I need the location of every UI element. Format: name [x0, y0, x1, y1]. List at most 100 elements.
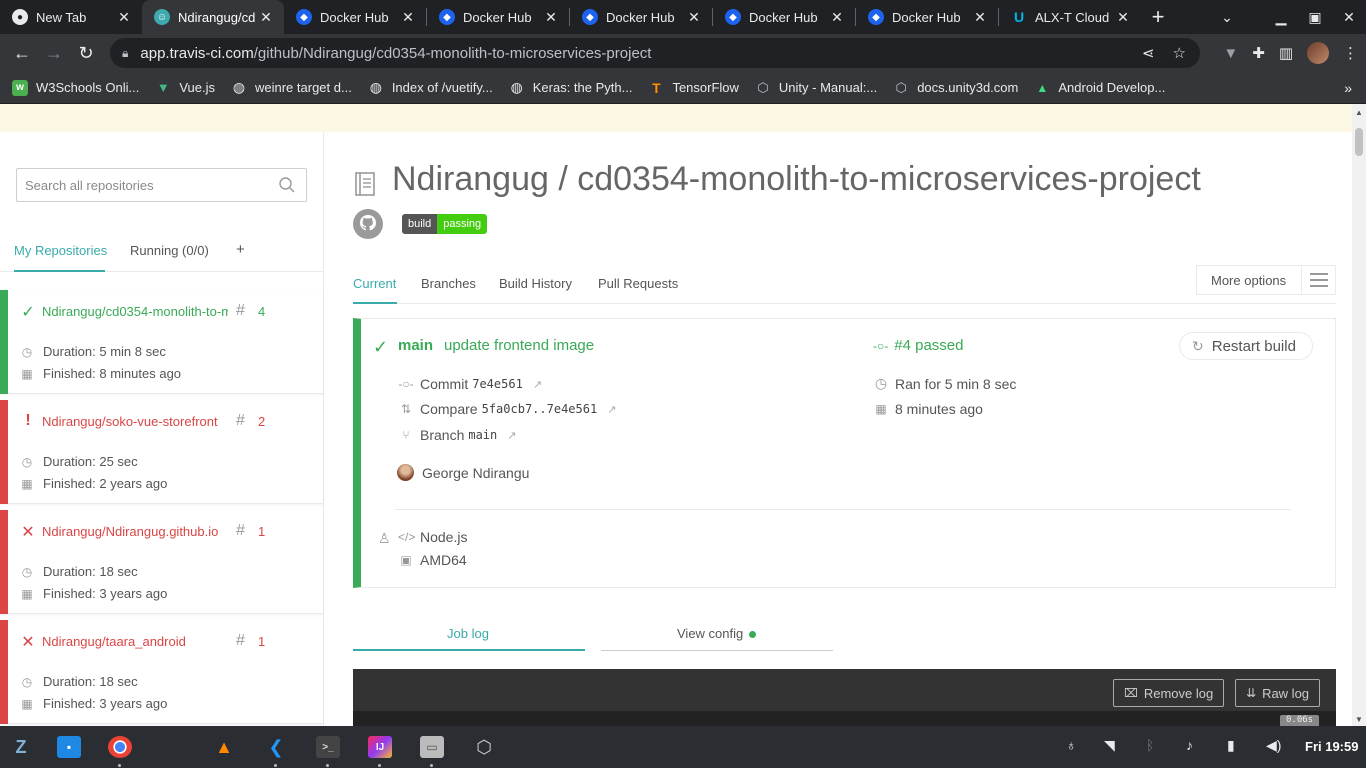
browser-tab[interactable]: U ALX-T Cloud ✕ [999, 0, 1141, 34]
bookmark-item[interactable]: ⬡ docs.unity3d.com [893, 80, 1019, 96]
browser-tab[interactable]: ◆ Docker Hub ✕ [570, 0, 712, 34]
external-link-icon[interactable]: ↗ [607, 403, 616, 416]
bookmark-star-icon[interactable]: ☆ [1173, 44, 1186, 62]
page-scrollbar[interactable]: ▲ ▼ [1352, 104, 1366, 726]
browser-tab[interactable]: ◆ Docker Hub ✕ [427, 0, 569, 34]
location-icon[interactable]: ♁ [1066, 737, 1077, 753]
external-link-icon[interactable]: ↗ [533, 378, 542, 391]
close-icon[interactable]: ✕ [116, 9, 132, 26]
scrollbar-thumb[interactable] [1355, 128, 1363, 156]
browser-tab[interactable]: ◆ Docker Hub ✕ [856, 0, 998, 34]
tab-view-config[interactable]: View config [677, 626, 757, 641]
github-icon[interactable] [352, 208, 384, 240]
tab-search-icon[interactable]: ⌄ [1210, 9, 1244, 26]
repo-name-link[interactable]: Ndirangug/cd0354-monolith-to-microservic… [42, 304, 228, 319]
files-icon[interactable]: ▭ [420, 736, 444, 758]
bookmark-item[interactable]: ◍ Keras: the Pyth... [509, 79, 633, 96]
branch-value[interactable]: main [468, 428, 497, 442]
menu-icon[interactable]: ⋮ [1343, 44, 1358, 62]
vlc-icon[interactable]: ▲ [212, 736, 236, 758]
tab-pull-requests[interactable]: Pull Requests [598, 276, 678, 291]
scroll-down-icon[interactable]: ▼ [1352, 715, 1366, 724]
chrome-app-icon[interactable] [108, 736, 132, 758]
clipboard-icon[interactable]: ▮ [1227, 737, 1235, 754]
unity-hub-icon[interactable]: ⬡ [472, 736, 496, 758]
close-icon[interactable]: ✕ [258, 9, 274, 26]
repo-card[interactable]: ✓ Ndirangug/cd0354-monolith-to-microserv… [0, 290, 323, 394]
volume-icon[interactable]: ◀) [1266, 737, 1281, 754]
bookmark-item[interactable]: ◍ weinre target d... [231, 79, 352, 96]
new-tab-button[interactable]: + [1141, 0, 1175, 34]
repo-name-link[interactable]: Ndirangug/Ndirangug.github.io [42, 524, 228, 539]
close-icon[interactable]: ✕ [543, 9, 559, 26]
tab-build-history[interactable]: Build History [499, 276, 572, 291]
intellij-icon[interactable]: IJ [368, 736, 392, 758]
back-button[interactable]: ← [6, 37, 38, 69]
restart-build-button[interactable]: ↻ Restart build [1179, 332, 1313, 360]
notifications-icon[interactable]: ♪ [1186, 737, 1193, 753]
clock[interactable]: Fri 19:59 [1305, 739, 1358, 754]
tab-current[interactable]: Current [353, 276, 396, 291]
zorin-menu-icon[interactable]: Z [8, 736, 34, 758]
bookmark-item[interactable]: ▼ Vue.js [155, 80, 215, 96]
add-repository-button[interactable]: + [236, 241, 245, 258]
commit-message[interactable]: update frontend image [444, 337, 594, 354]
close-window-icon[interactable]: ✕ [1332, 9, 1366, 26]
store-icon[interactable]: ▪ [57, 736, 81, 758]
address-bar[interactable]: 🔒︎ app.travis-ci.com/github/Ndirangug/cd… [110, 38, 1200, 68]
close-icon[interactable]: ✕ [972, 9, 988, 26]
repo-card[interactable]: ! Ndirangug/soko-vue-storefront # 2 ◷ Dur… [0, 400, 323, 504]
forward-button[interactable]: → [38, 37, 70, 69]
share-icon[interactable]: ⋖ [1142, 44, 1155, 62]
repo-card[interactable]: ✕ Ndirangug/Ndirangug.github.io # 1 ◷ Dur… [0, 510, 323, 614]
tab-job-log[interactable]: Job log [447, 626, 489, 641]
tab-my-repositories[interactable]: My Repositories [14, 243, 107, 258]
repo-name-link[interactable]: Ndirangug/soko-vue-storefront [42, 414, 228, 429]
wifi-icon[interactable]: ◥ [1104, 737, 1115, 754]
minimize-icon[interactable]: ▁ [1264, 9, 1298, 26]
build-number[interactable]: 4 [258, 304, 265, 319]
browser-tab-active[interactable]: ☺ Ndirangug/cd ✕ [142, 0, 284, 34]
build-status-badge[interactable]: build passing [402, 214, 488, 234]
puzzle-icon[interactable]: ✚ [1252, 44, 1265, 62]
search-input[interactable]: Search all repositories [16, 168, 307, 202]
build-number[interactable]: 1 [258, 634, 265, 649]
repo-name-link[interactable]: Ndirangug/taara_android [42, 634, 228, 649]
scroll-up-icon[interactable]: ▲ [1352, 108, 1366, 117]
bookmarks-overflow-icon[interactable]: » [1344, 80, 1352, 96]
close-icon[interactable]: ✕ [829, 9, 845, 26]
bookmark-item[interactable]: ▲ Android Develop... [1034, 80, 1165, 96]
browser-tab[interactable]: ● New Tab ✕ [0, 0, 142, 34]
remove-log-button[interactable]: ⌧ Remove log [1113, 679, 1225, 707]
browser-tab[interactable]: ◆ Docker Hub ✕ [713, 0, 855, 34]
build-number[interactable]: 2 [258, 414, 265, 429]
compare-range[interactable]: 5fa0cb7..7e4e561 [482, 402, 598, 416]
bookmark-item[interactable]: w W3Schools Onli... [12, 79, 139, 96]
lock-icon[interactable]: 🔒︎ [122, 46, 128, 61]
commit-sha[interactable]: 7e4e561 [472, 377, 523, 391]
terminal-icon[interactable]: >_ [316, 736, 340, 758]
build-number[interactable]: 1 [258, 524, 265, 539]
bookmark-item[interactable]: ⬡ Unity - Manual:... [755, 80, 877, 96]
tab-branches[interactable]: Branches [421, 276, 476, 291]
reload-button[interactable]: ↻ [70, 37, 102, 69]
browser-tab[interactable]: ◆ Docker Hub ✕ [284, 0, 426, 34]
external-link-icon[interactable]: ↗ [507, 429, 516, 442]
maximize-icon[interactable]: ▣ [1298, 9, 1332, 26]
bookmark-item[interactable]: T TensorFlow [648, 80, 739, 96]
profile-avatar[interactable] [1307, 42, 1329, 64]
repo-card[interactable]: ✕ Ndirangug/taara_android # 1 ◷ Duration:… [0, 620, 323, 724]
close-icon[interactable]: ✕ [1115, 9, 1131, 26]
bookmark-item[interactable]: ◍ Index of /vuetify... [368, 79, 493, 96]
close-icon[interactable]: ✕ [400, 9, 416, 26]
side-panel-icon[interactable]: ▥ [1279, 44, 1293, 62]
raw-log-button[interactable]: ⇊ Raw log [1235, 679, 1321, 707]
tab-running[interactable]: Running (0/0) [130, 243, 209, 258]
close-icon[interactable]: ✕ [686, 9, 702, 26]
branch-name[interactable]: main [398, 337, 433, 354]
build-status[interactable]: -○- #4 passed [873, 337, 963, 354]
search-icon[interactable] [278, 176, 296, 194]
extension-icon[interactable]: ▼ [1223, 45, 1238, 62]
bluetooth-icon[interactable]: ᛒ [1146, 737, 1154, 753]
vscode-icon[interactable]: ❮ [264, 736, 288, 758]
